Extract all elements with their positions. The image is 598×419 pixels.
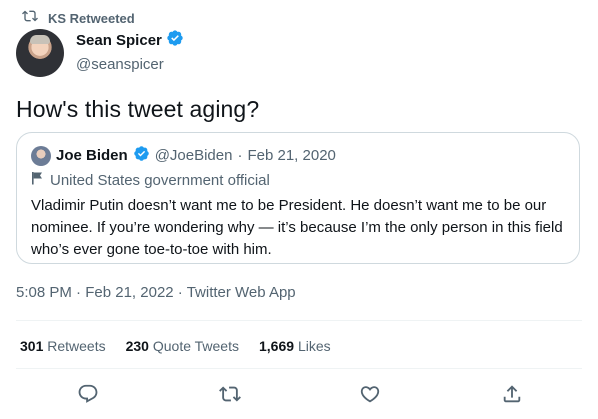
government-label-text: United States government official <box>50 171 270 189</box>
quote-tweet-card[interactable]: Joe Biden @JoeBiden · Feb 21, 2020 Unite… <box>16 132 580 264</box>
divider <box>16 320 582 321</box>
government-label[interactable]: United States government official <box>31 171 270 189</box>
retweet-context[interactable]: KS Retweeted <box>22 8 135 29</box>
quote-line: nominee. If you’re wondering why — it’s … <box>31 219 563 236</box>
verified-badge-icon <box>166 29 184 52</box>
retweet-label: KS Retweeted <box>48 11 135 26</box>
share-icon <box>501 383 523 410</box>
action-bar <box>0 376 598 416</box>
like-button[interactable] <box>358 384 382 408</box>
flag-icon <box>31 171 44 189</box>
quote-display-name: Joe Biden <box>56 147 128 164</box>
quote-tweets-stat[interactable]: 230 Quote Tweets <box>126 338 239 354</box>
author-block[interactable]: Sean Spicer @seanspicer <box>76 29 184 73</box>
tweet-text: How's this tweet aging? <box>16 96 260 122</box>
retweet-button[interactable] <box>218 384 242 408</box>
avatar[interactable] <box>16 29 64 77</box>
likes-stat[interactable]: 1,669 Likes <box>259 338 331 354</box>
timestamp-date[interactable]: Feb 21, 2022 <box>85 284 173 301</box>
likes-count: 1,669 <box>259 338 295 354</box>
timestamp-sep: · <box>177 284 183 301</box>
quote-line: Vladimir Putin doesn’t want me to be Pre… <box>31 197 547 214</box>
author-display-name[interactable]: Sean Spicer <box>76 32 162 49</box>
verified-badge-icon <box>133 145 150 166</box>
quote-body: Vladimir Putin doesn’t want me to be Pre… <box>31 195 571 261</box>
timestamp-time[interactable]: 5:08 PM <box>16 284 72 301</box>
quote-header: Joe Biden @JoeBiden · Feb 21, 2020 <box>31 145 336 166</box>
retweets-label: Retweets <box>47 338 106 354</box>
quote-line: who’s ever gone toe-to-toe with him. <box>31 241 272 258</box>
tweet-timestamp[interactable]: 5:08 PM · Feb 21, 2022 · Twitter Web App <box>16 284 296 301</box>
retweet-icon <box>22 8 38 29</box>
share-button[interactable] <box>500 384 524 408</box>
author-handle: @seanspicer <box>76 56 164 73</box>
engagement-stats: 301 Retweets 230 Quote Tweets 1,669 Like… <box>20 338 331 354</box>
retweets-stat[interactable]: 301 Retweets <box>20 338 106 354</box>
quote-separator: · <box>237 147 243 164</box>
quote-tweets-label: Quote Tweets <box>152 338 239 354</box>
timestamp-source[interactable]: Twitter Web App <box>187 284 296 301</box>
quote-date: Feb 21, 2020 <box>247 147 336 164</box>
divider <box>16 368 582 369</box>
reply-button[interactable] <box>76 384 100 408</box>
quote-tweets-count: 230 <box>125 338 149 354</box>
reply-icon <box>77 383 99 410</box>
retweet-icon <box>219 383 241 410</box>
retweets-count: 301 <box>20 338 44 354</box>
timestamp-sep: · <box>76 284 82 301</box>
likes-label: Likes <box>297 338 331 354</box>
like-icon <box>359 383 381 410</box>
quote-handle: @JoeBiden <box>154 147 233 164</box>
quote-avatar <box>31 145 51 166</box>
